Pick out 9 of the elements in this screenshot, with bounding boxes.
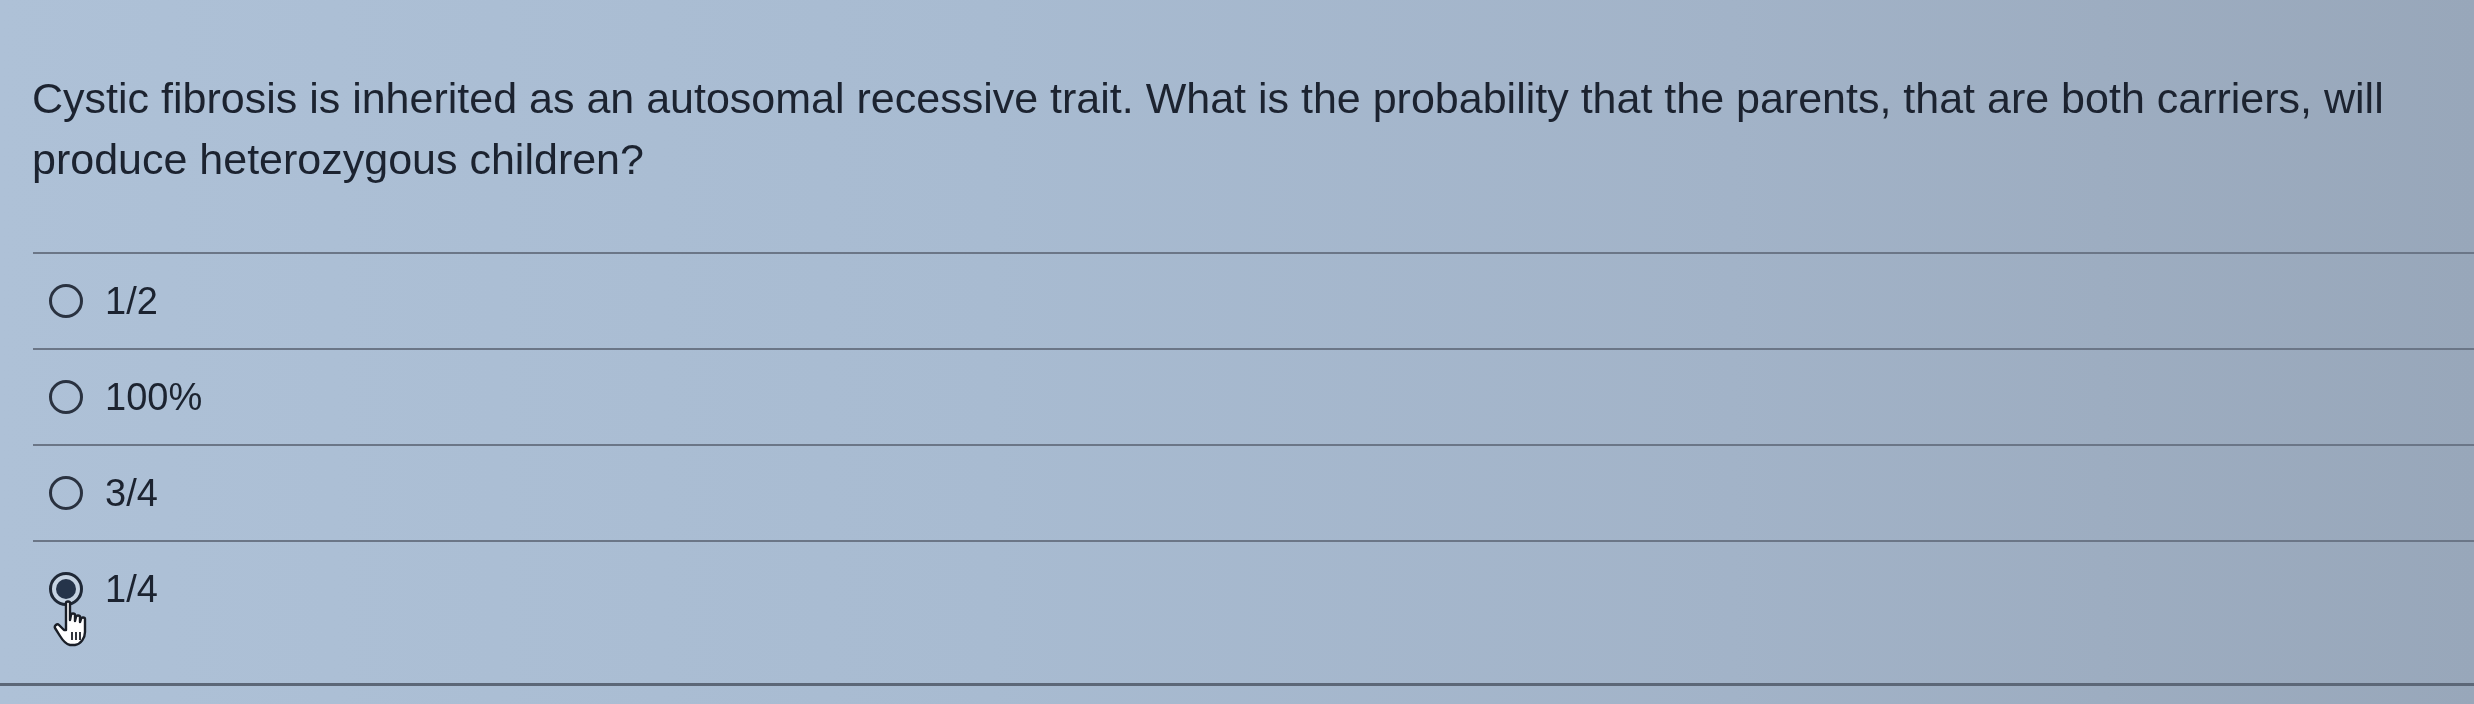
option-label[interactable]: 3/4 <box>105 470 158 516</box>
radio-button[interactable] <box>49 284 83 318</box>
option-label[interactable]: 1/2 <box>105 278 158 324</box>
radio-button[interactable] <box>49 572 83 606</box>
question-text: Cystic fibrosis is inherited as an autosomal recessive trait. What is the probability that the parents, that are both carriers, will produce heterozygous children? <box>31 73 2385 185</box>
radio-button[interactable] <box>49 476 83 510</box>
radio-button[interactable] <box>49 380 83 414</box>
option-label[interactable]: 100% <box>105 374 203 420</box>
option-label[interactable]: 1/4 <box>105 566 158 612</box>
